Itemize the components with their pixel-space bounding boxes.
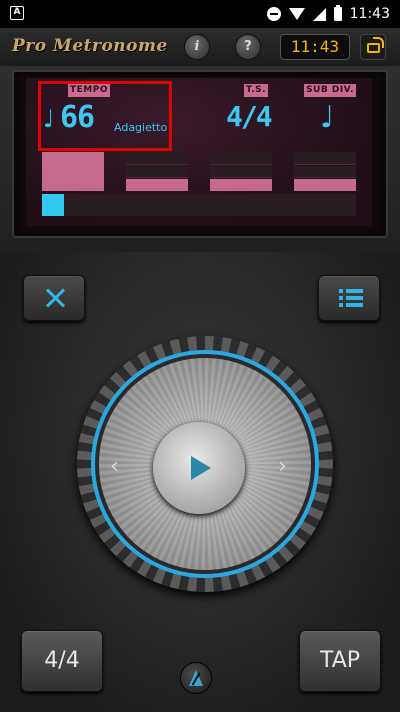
beat-progress-fill (42, 194, 64, 216)
tempo-name: Adagietto (114, 121, 168, 134)
beat-progress-track (42, 194, 356, 216)
subdivision-note-icon[interactable]: ♩ (320, 100, 334, 135)
play-icon (191, 456, 211, 480)
time-signature-label: T.S. (244, 84, 268, 97)
time-signature-button[interactable]: 4/4 (21, 630, 103, 692)
status-time: 11:43 (349, 6, 390, 22)
do-not-disturb-icon (266, 7, 281, 21)
screen-rotate-button[interactable] (360, 34, 386, 60)
tap-button[interactable]: TAP (299, 630, 381, 692)
clock-display: 11:43 (280, 34, 350, 60)
beat-indicator-4[interactable] (294, 152, 356, 191)
beat-indicator-3[interactable] (210, 152, 272, 191)
screen-rotate-icon (367, 37, 384, 53)
app-logo: Pro Metronome (12, 36, 168, 56)
status-icons: 11:43 (266, 4, 390, 24)
beat-indicator-1[interactable] (42, 152, 104, 191)
beat-indicator-2[interactable] (126, 152, 188, 191)
chevron-left-icon[interactable]: ‹ (110, 454, 119, 479)
quarter-note-icon: ♩ (43, 105, 55, 133)
tempo-highlight-box[interactable] (38, 81, 172, 151)
wifi-icon (288, 8, 305, 20)
list-button[interactable] (318, 275, 380, 321)
time-signature-value[interactable]: 4/4 (226, 100, 273, 133)
battery-icon (333, 5, 342, 21)
chevron-right-icon[interactable]: › (278, 454, 287, 479)
tools-button[interactable] (23, 275, 85, 321)
signal-icon (312, 7, 326, 21)
subdivision-label: SUB DIV. (304, 84, 356, 97)
play-button[interactable] (153, 422, 245, 514)
list-icon (339, 289, 363, 309)
metronome-icon (189, 670, 203, 686)
help-button[interactable]: ? (235, 34, 261, 60)
metronome-mode-button[interactable] (180, 662, 212, 694)
tools-icon (45, 288, 65, 308)
info-button[interactable]: i (184, 34, 210, 60)
status-bar: A 11:43 (0, 0, 400, 28)
app-notification-icon: A (10, 6, 24, 20)
tempo-value[interactable]: 66 (60, 100, 95, 135)
app-header: Pro Metronome i ? 11:43 (0, 28, 400, 66)
